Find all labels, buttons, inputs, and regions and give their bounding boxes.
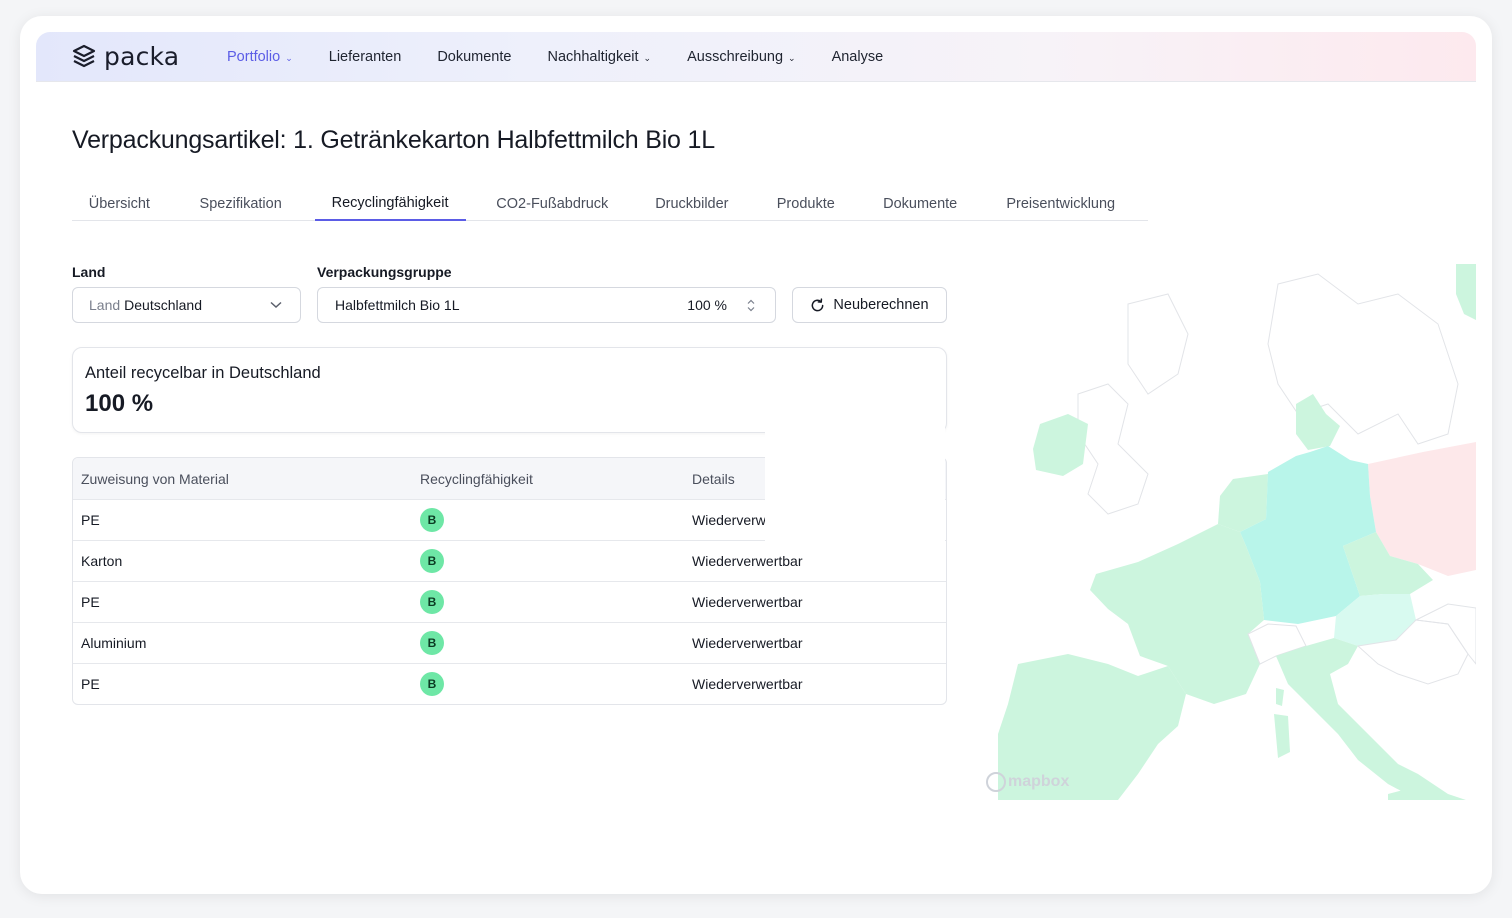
details-cell: Wiederverwertbar: [692, 635, 803, 651]
country-select-value: Deutschland: [124, 297, 202, 313]
map-region-norway[interactable]: [1456, 264, 1476, 320]
mapbox-logo-icon: [986, 772, 1006, 792]
nav-item-label: Portfolio: [227, 49, 281, 65]
chevron-down-icon: ⌄: [643, 52, 652, 63]
details-cell: Wiederverwertbar: [692, 676, 803, 692]
tab-label: Spezifikation: [199, 195, 282, 212]
column-header-details[interactable]: Details: [692, 471, 735, 487]
details-cell: Wiederverwertbar: [692, 553, 803, 569]
packaging-group-value: Halbfettmilch Bio 1L: [335, 297, 460, 313]
brand-logo[interactable]: packa: [72, 42, 179, 71]
mapbox-attribution[interactable]: mapbox: [986, 772, 1069, 792]
recyclability-grade-badge: B: [420, 508, 444, 532]
recalculate-button[interactable]: Neuberechnen: [792, 287, 947, 323]
chevron-down-icon: ⌄: [788, 52, 796, 63]
details-cell: Wiederverw: [692, 512, 766, 528]
tab-label: Produkte: [776, 195, 835, 212]
material-cell: PE: [81, 594, 100, 610]
sort-updown-icon: [747, 299, 755, 312]
nav-item-label: Analyse: [831, 49, 884, 65]
nav-item-nachhaltigkeit[interactable]: Nachhaltigkeit ⌄: [547, 49, 651, 65]
tab-uebersicht[interactable]: Übersicht: [72, 186, 167, 221]
europe-map-canvas[interactable]: [978, 264, 1476, 800]
recyclability-grade-badge: B: [420, 672, 444, 696]
packaging-group-percent: 100 %: [687, 297, 727, 313]
tab-label: Preisentwicklung: [1006, 195, 1116, 212]
packaging-group-label: Verpackungsgruppe: [317, 264, 452, 280]
refresh-icon: [812, 297, 824, 311]
tab-dokumente[interactable]: Dokumente: [867, 186, 974, 221]
mapbox-attribution-label: mapbox: [1008, 773, 1070, 790]
nav-item-lieferanten[interactable]: Lieferanten: [329, 49, 402, 65]
chevron-down-icon: [270, 301, 282, 309]
page-title: Verpackungsartikel: 1. Getränkekarton Ha…: [72, 126, 715, 154]
nav-item-label: Dokumente: [437, 49, 512, 65]
tab-label: Dokumente: [883, 195, 958, 212]
tab-label: CO2-Fußabdruck: [496, 195, 609, 212]
country-select-prefix: Land: [89, 297, 121, 313]
nav-item-label: Nachhaltigkeit: [547, 49, 639, 65]
layers-logo-icon: [72, 44, 96, 67]
table-row: PE B Wiederverwertbar: [73, 581, 946, 622]
recyclability-grade-badge: B: [420, 549, 444, 573]
map-region-italy[interactable]: [1276, 638, 1466, 800]
top-navigation: packa Portfolio ⌄ Lieferanten Dokumente …: [36, 32, 1476, 82]
material-cell: PE: [81, 676, 100, 692]
country-label: Land: [72, 264, 106, 280]
tab-label: Druckbilder: [655, 195, 729, 212]
tab-co2-fussabdruck[interactable]: CO2-Fußabdruck: [466, 186, 640, 221]
table-row: Karton B Wiederverwertbar: [73, 540, 946, 581]
europe-map[interactable]: [978, 264, 1476, 800]
tab-druckbilder[interactable]: Druckbilder: [639, 186, 745, 221]
country-select[interactable]: Land Deutschland: [72, 287, 301, 323]
brand-name: packa: [104, 42, 180, 71]
nav-item-portfolio[interactable]: Portfolio ⌄: [227, 49, 293, 65]
tab-recyclingfaehigkeit[interactable]: Recyclingfähigkeit: [314, 186, 466, 221]
nav-item-label: Ausschreibung: [687, 49, 784, 65]
nav-item-label: Lieferanten: [328, 49, 402, 65]
material-cell: PE: [81, 512, 100, 528]
nav-item-ausschreibung[interactable]: Ausschreibung ⌄: [687, 49, 795, 65]
tab-preisentwicklung[interactable]: Preisentwicklung: [973, 186, 1148, 221]
recyclable-share-value: 100 %: [85, 390, 154, 417]
overlay-panel: [765, 357, 945, 542]
recyclable-share-label: Anteil recycelbar in Deutschland: [85, 364, 321, 382]
recyclability-grade-badge: B: [420, 631, 444, 655]
table-row: Aluminium B Wiederverwertbar: [73, 622, 946, 663]
column-header-material[interactable]: Zuweisung von Material: [81, 471, 229, 487]
map-region-ireland[interactable]: [1033, 414, 1088, 476]
recyclability-grade-badge: B: [420, 590, 444, 614]
table-row: PE B Wiederverwertbar: [73, 663, 946, 704]
details-cell: Wiederverwertbar: [692, 594, 803, 610]
map-region-corsica[interactable]: [1276, 688, 1284, 706]
tab-bar: Übersicht Spezifikation Recyclingfähigke…: [72, 186, 1148, 221]
tab-label: Übersicht: [88, 195, 150, 212]
tab-spezifikation[interactable]: Spezifikation: [167, 186, 315, 221]
tab-produkte[interactable]: Produkte: [745, 186, 867, 221]
material-cell: Aluminium: [81, 635, 147, 651]
map-region-denmark[interactable]: [1296, 394, 1340, 450]
map-region-sardinia[interactable]: [1274, 714, 1290, 758]
packaging-group-select[interactable]: Halbfettmilch Bio 1L 100 %: [317, 287, 776, 323]
tab-label: Recyclingfähigkeit: [331, 194, 449, 211]
chevron-down-icon: ⌄: [285, 52, 293, 63]
nav-item-dokumente[interactable]: Dokumente: [437, 49, 511, 65]
nav-item-analyse[interactable]: Analyse: [832, 49, 884, 65]
material-cell: Karton: [81, 553, 123, 569]
app-window: packa Portfolio ⌄ Lieferanten Dokumente …: [20, 16, 1492, 894]
column-header-recyclability[interactable]: Recyclingfähigkeit: [420, 471, 533, 487]
main-menu: Portfolio ⌄ Lieferanten Dokumente Nachha…: [227, 32, 919, 82]
recalculate-button-label: Neuberechnen: [833, 297, 929, 313]
